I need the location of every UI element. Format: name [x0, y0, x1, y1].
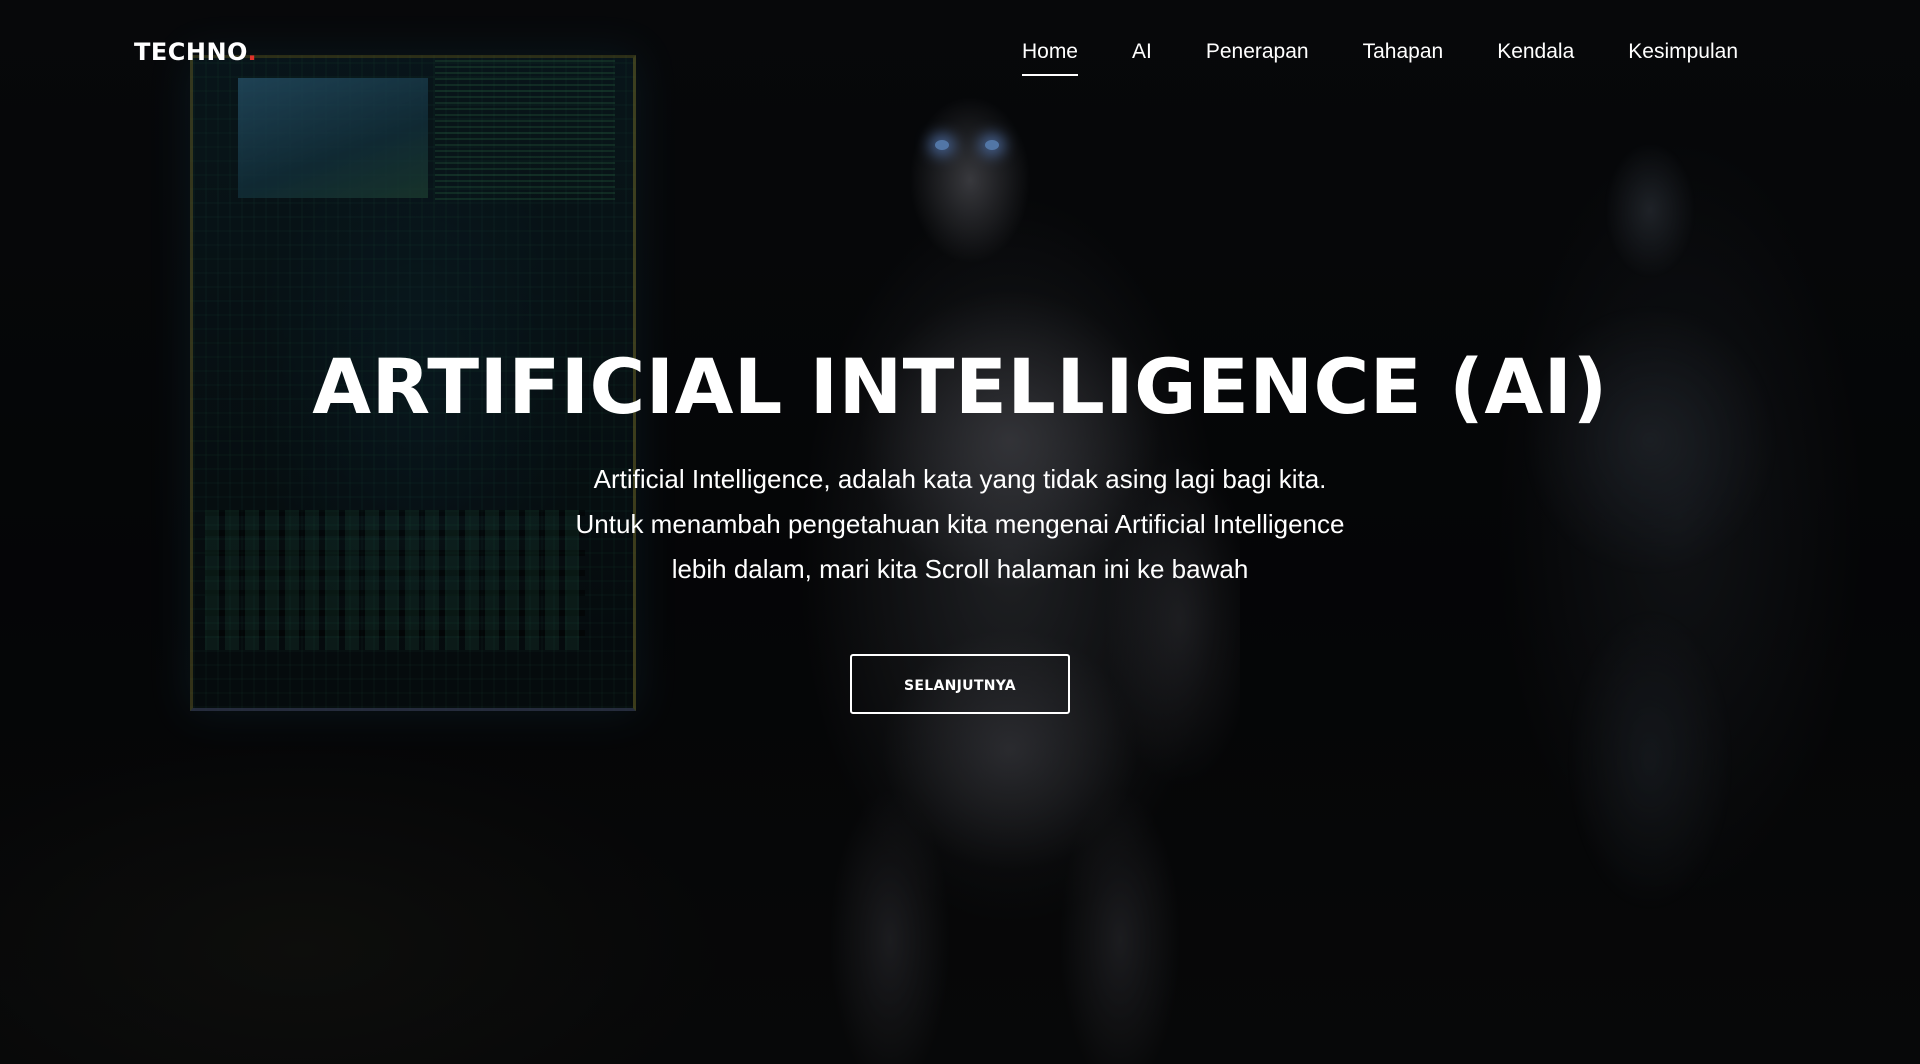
nav-item-home: Home: [1021, 40, 1078, 76]
nav-link-penerapan[interactable]: Penerapan: [1206, 40, 1309, 74]
nav-link-ai[interactable]: AI: [1132, 40, 1152, 74]
hero-description-line: Artificial Intelligence, adalah kata yan…: [593, 463, 1327, 494]
nav-link-kendala[interactable]: Kendala: [1497, 40, 1574, 74]
hero-description-line: lebih dalam, mari kita Scroll halaman in…: [671, 553, 1249, 584]
selanjutnya-button[interactable]: SELANJUTNYA: [850, 653, 1070, 714]
nav-link-kesimpulan[interactable]: Kesimpulan: [1628, 40, 1738, 74]
nav-item-kendala: Kendala: [1497, 40, 1574, 76]
brand-dot: .: [247, 38, 258, 66]
hero-description-line: Untuk menambah pengetahuan kita mengenai…: [575, 508, 1345, 539]
nav-item-ai: AI: [1132, 40, 1152, 76]
navbar: TECHNO. Home AI Penerapan Tahapan Kendal…: [0, 0, 1920, 100]
hero-title: ARTIFICIAL INTELLIGENCE (AI): [312, 342, 1608, 431]
hero-content: ARTIFICIAL INTELLIGENCE (AI) Artificial …: [0, 345, 1920, 714]
nav-link-home[interactable]: Home: [1021, 40, 1078, 76]
brand-name: TECHNO: [134, 38, 248, 66]
nav-item-penerapan: Penerapan: [1206, 40, 1309, 76]
hero-section: TECHNO. Home AI Penerapan Tahapan Kendal…: [0, 0, 1920, 1064]
nav-link-tahapan[interactable]: Tahapan: [1363, 40, 1444, 74]
main-nav: Home AI Penerapan Tahapan Kendala Kesimp…: [968, 40, 1738, 76]
brand-logo[interactable]: TECHNO.: [134, 38, 257, 66]
nav-item-kesimpulan: Kesimpulan: [1628, 40, 1738, 76]
hero-description: Artificial Intelligence, adalah kata yan…: [510, 457, 1410, 592]
nav-item-tahapan: Tahapan: [1363, 40, 1444, 76]
